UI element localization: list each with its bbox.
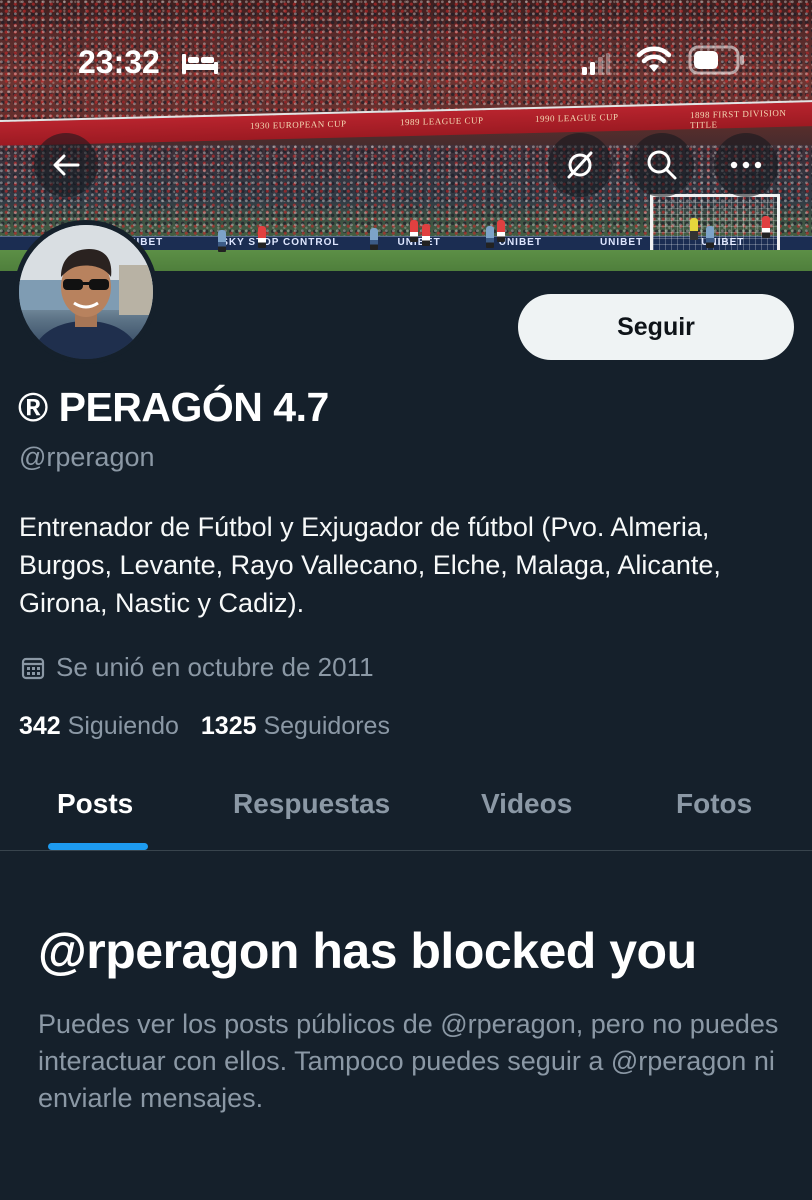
following-count: 342 [19, 712, 61, 740]
banner-player [706, 226, 714, 248]
follow-button[interactable]: Seguir [518, 294, 794, 360]
banner-player [762, 216, 770, 238]
ad-text: UNIBET [498, 237, 542, 248]
banner-goal [650, 194, 780, 250]
stand-sign: 1930 EUROPEAN CUP [250, 118, 347, 131]
calendar-icon [21, 657, 45, 679]
ad-text: UNIBET [397, 237, 441, 248]
followers-link[interactable]: 1325 Seguidores [201, 712, 390, 741]
profile-bio: Entrenador de Fútbol y Exjugador de fútb… [19, 512, 721, 618]
battery-icon [688, 45, 744, 75]
following-link[interactable]: 342 Siguiendo [19, 712, 179, 741]
follow-stats: 342 Siguiendo 1325 Seguidores [19, 712, 390, 741]
stand-sign: 1989 LEAGUE CUP [400, 115, 484, 128]
followers-count: 1325 [200, 712, 257, 740]
stand-sign: 1990 LEAGUE CUP [535, 111, 619, 124]
no-translate-icon [567, 151, 593, 179]
blocked-title: @rperagon has blocked you [38, 923, 697, 979]
profile-tabs: Posts Respuestas Videos Fotos [0, 760, 812, 851]
banner-player [370, 228, 378, 250]
search-icon [647, 150, 677, 180]
tab-videos[interactable]: Videos [481, 788, 572, 820]
arrow-left-icon [53, 154, 80, 176]
display-name: ® PERAGÓN 4.7 [18, 384, 329, 430]
user-handle: @rperagon [19, 442, 155, 472]
banner-player [486, 226, 494, 248]
tab-posts[interactable]: Posts [57, 788, 133, 820]
banner-player [422, 224, 430, 246]
avatar[interactable] [14, 220, 158, 364]
stand-sign: 1898 FIRST DIVISION TITLE [690, 107, 787, 131]
tab-photos[interactable]: Fotos [676, 788, 752, 820]
more-options-button[interactable] [714, 133, 778, 197]
join-date: Se unió en octubre de 2011 [20, 652, 374, 683]
avatar-photo [19, 225, 153, 359]
more-dots-icon [730, 161, 762, 169]
active-tab-indicator [48, 843, 148, 850]
banner-player [258, 226, 266, 248]
wifi-icon [636, 46, 672, 72]
translate-button[interactable] [548, 133, 612, 197]
ad-text: UNIBET [599, 237, 644, 248]
following-label: Siguiendo [67, 712, 179, 740]
search-button[interactable] [630, 133, 694, 197]
banner-player [218, 230, 226, 252]
banner-goalkeeper [690, 218, 698, 240]
status-time: 23:32 [78, 44, 160, 80]
blocked-message: Puedes ver los posts públicos de @rperag… [38, 1009, 779, 1113]
tab-replies[interactable]: Respuestas [233, 788, 390, 820]
followers-label: Seguidores [263, 712, 390, 740]
sleep-focus-icon [182, 54, 218, 74]
back-button[interactable] [34, 133, 98, 197]
cellular-signal-icon [582, 53, 610, 75]
banner-player [410, 220, 418, 242]
join-date-text: Se unió en octubre de 2011 [56, 652, 374, 682]
banner-player [497, 220, 505, 242]
ad-text: SKY STOP CONTROL [221, 237, 340, 248]
